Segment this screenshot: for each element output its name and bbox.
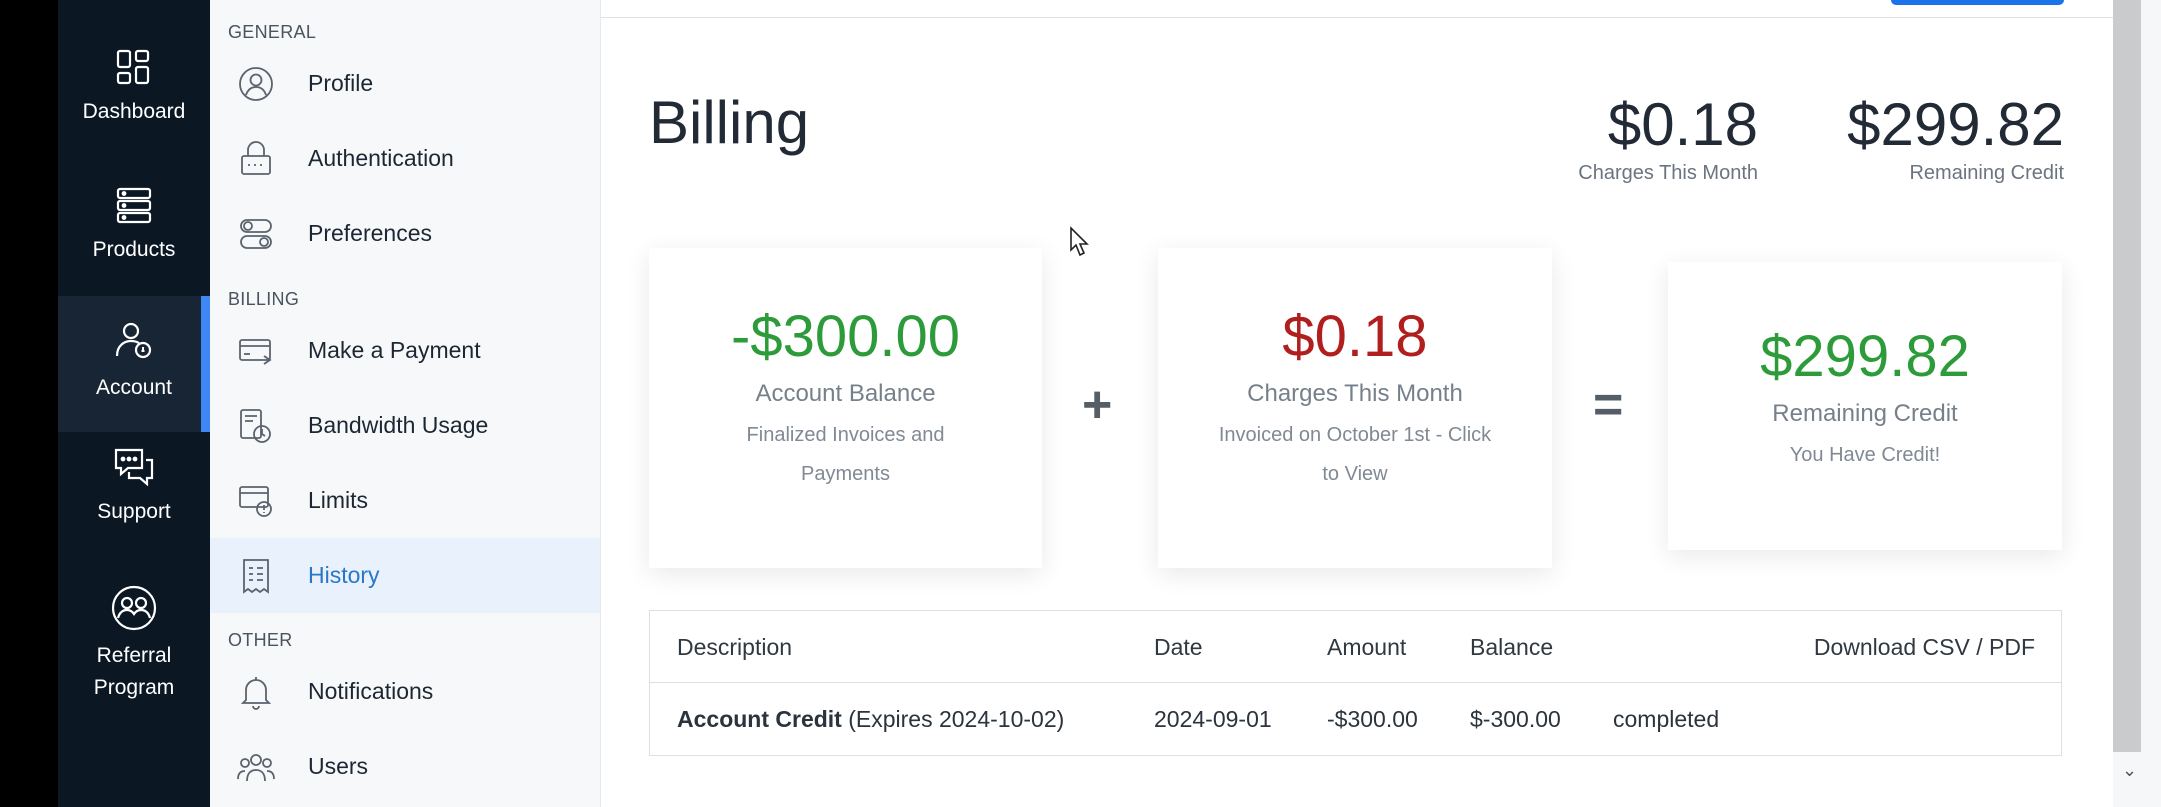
remaining-credit-subtitle: You Have Credit! <box>1789 444 1941 466</box>
subtitle-line: Payments <box>801 463 890 485</box>
toggles-icon <box>236 214 276 254</box>
scroll-down-arrow-icon[interactable]: ⌄ <box>2122 760 2137 781</box>
rail-item-support[interactable]: Support <box>58 446 210 554</box>
billing-history-table: Description Date Amount Balance Download… <box>649 610 2062 756</box>
menu-item-history[interactable]: History <box>210 538 600 613</box>
menu-item-users[interactable]: Users <box>210 729 600 804</box>
account-balance-card: -$300.00 Account Balance Finalized Invoi… <box>649 248 1042 568</box>
billing-page: Dashboard Products Account Support Refer… <box>0 0 2161 807</box>
menu-label: History <box>308 562 380 588</box>
row-balance: $-300.00 <box>1470 706 1561 732</box>
menu-label: Preferences <box>308 220 433 246</box>
bell-icon <box>236 672 276 712</box>
account-balance-amount: -$300.00 <box>731 304 960 369</box>
menu-item-authentication[interactable]: Authentication <box>210 121 600 196</box>
account-sidebar: GENERAL Profile Authentication Preferenc… <box>210 0 601 807</box>
charges-amount: $0.18 <box>1282 304 1428 369</box>
page-title: Billing <box>649 89 810 156</box>
download-csv-pdf-link[interactable]: Download CSV / PDF <box>1814 611 2035 683</box>
bandwidth-icon <box>236 406 276 446</box>
menu-label: Make a Payment <box>308 337 481 363</box>
users-icon <box>236 747 276 787</box>
subtitle-line: Invoiced on October 1st - Click <box>1218 424 1492 446</box>
credit-label: Remaining Credit <box>1909 162 2064 184</box>
account-balance-title: Account Balance <box>755 380 936 407</box>
remaining-credit-title: Remaining Credit <box>1772 400 1958 427</box>
column-header-date: Date <box>1154 634 1203 660</box>
section-title-general: GENERAL <box>228 22 317 42</box>
menu-item-make-payment[interactable]: Make a Payment <box>210 313 600 388</box>
remaining-credit-amount: $299.82 <box>1760 324 1970 389</box>
rail-label: Dashboard <box>82 100 186 123</box>
account-balance-subtitle: Finalized Invoices and Payments <box>649 416 1042 494</box>
column-header-description: Description <box>677 634 793 660</box>
menu-item-limits[interactable]: Limits <box>210 463 600 538</box>
header-charges-stat: $0.18 Charges This Month <box>1578 92 1758 185</box>
scrollbar-thumb[interactable] <box>2113 0 2141 752</box>
charges-card[interactable]: $0.18 Charges This Month Invoiced on Oct… <box>1158 248 1552 568</box>
menu-item-bandwidth[interactable]: Bandwidth Usage <box>210 388 600 463</box>
menu-item-preferences[interactable]: Preferences <box>210 196 600 271</box>
menu-label: Limits <box>308 487 369 513</box>
menu-label: Notifications <box>308 678 434 704</box>
description-expiry: (Expires 2024-10-02) <box>841 706 1065 732</box>
subtitle-line: to View <box>1322 463 1388 485</box>
charges-value: $0.18 <box>1607 91 1758 158</box>
mouse-cursor-icon <box>1070 226 1089 257</box>
referral-icon <box>111 585 157 631</box>
section-title-billing: BILLING <box>228 289 300 309</box>
support-icon <box>114 448 154 487</box>
menu-label: Profile <box>308 70 374 96</box>
section-title-other: OTHER <box>228 630 293 650</box>
credit-value: $299.82 <box>1847 91 2064 158</box>
credit-card-icon <box>236 331 276 371</box>
rail-item-referral[interactable]: Referral Program <box>58 584 210 714</box>
charges-label: Charges This Month <box>1578 162 1758 184</box>
table-header-row: Description Date Amount Balance Download… <box>650 611 2061 683</box>
rail-label: Products <box>92 238 176 261</box>
plus-operator: + <box>1082 376 1113 434</box>
row-status: completed <box>1613 706 1720 732</box>
remaining-credit-card: $299.82 Remaining Credit You Have Credit… <box>1668 262 2062 550</box>
profile-icon <box>236 64 276 104</box>
column-header-amount: Amount <box>1327 634 1407 660</box>
dashboard-icon <box>116 49 150 85</box>
menu-item-profile[interactable]: Profile <box>210 46 600 121</box>
rail-label: Account <box>96 376 172 399</box>
row-description: Account Credit (Expires 2024-10-02) <box>677 683 1064 755</box>
rail-label: Support <box>97 500 171 523</box>
header-divider <box>601 17 2113 18</box>
rail-item-products[interactable]: Products <box>58 186 210 294</box>
charges-subtitle: Invoiced on October 1st - Click to View <box>1158 416 1552 494</box>
charges-title: Charges This Month <box>1247 380 1463 407</box>
description-title: Account Credit <box>677 706 842 732</box>
menu-label: Authentication <box>308 145 454 171</box>
receipt-icon <box>236 556 276 596</box>
rail-item-account[interactable]: Account <box>58 296 210 432</box>
billing-main: Billing $0.18 Charges This Month $299.82… <box>601 0 2113 807</box>
column-header-balance: Balance <box>1470 634 1554 660</box>
row-amount: -$300.00 <box>1327 706 1418 732</box>
primary-nav-rail: Dashboard Products Account Support Refer… <box>58 0 210 807</box>
limits-icon <box>236 481 276 521</box>
header-action-button[interactable] <box>1891 0 2064 5</box>
rail-item-dashboard[interactable]: Dashboard <box>58 48 210 156</box>
rail-label: Referral Program <box>93 644 175 699</box>
equals-operator: = <box>1593 376 1624 434</box>
products-icon <box>116 187 152 224</box>
account-icon <box>115 322 152 359</box>
menu-label: Users <box>308 753 369 779</box>
table-row[interactable]: Account Credit (Expires 2024-10-02) 2024… <box>650 683 2061 755</box>
row-date: 2024-09-01 <box>1154 706 1272 732</box>
menu-label: Bandwidth Usage <box>308 412 489 438</box>
vertical-scrollbar[interactable]: ⌄ <box>2113 0 2161 807</box>
menu-item-notifications[interactable]: Notifications <box>210 654 600 729</box>
subtitle-line: Finalized Invoices and <box>746 424 945 446</box>
window-edge <box>0 0 58 807</box>
header-credit-stat: $299.82 Remaining Credit <box>1847 92 2064 185</box>
lock-icon <box>236 139 276 179</box>
